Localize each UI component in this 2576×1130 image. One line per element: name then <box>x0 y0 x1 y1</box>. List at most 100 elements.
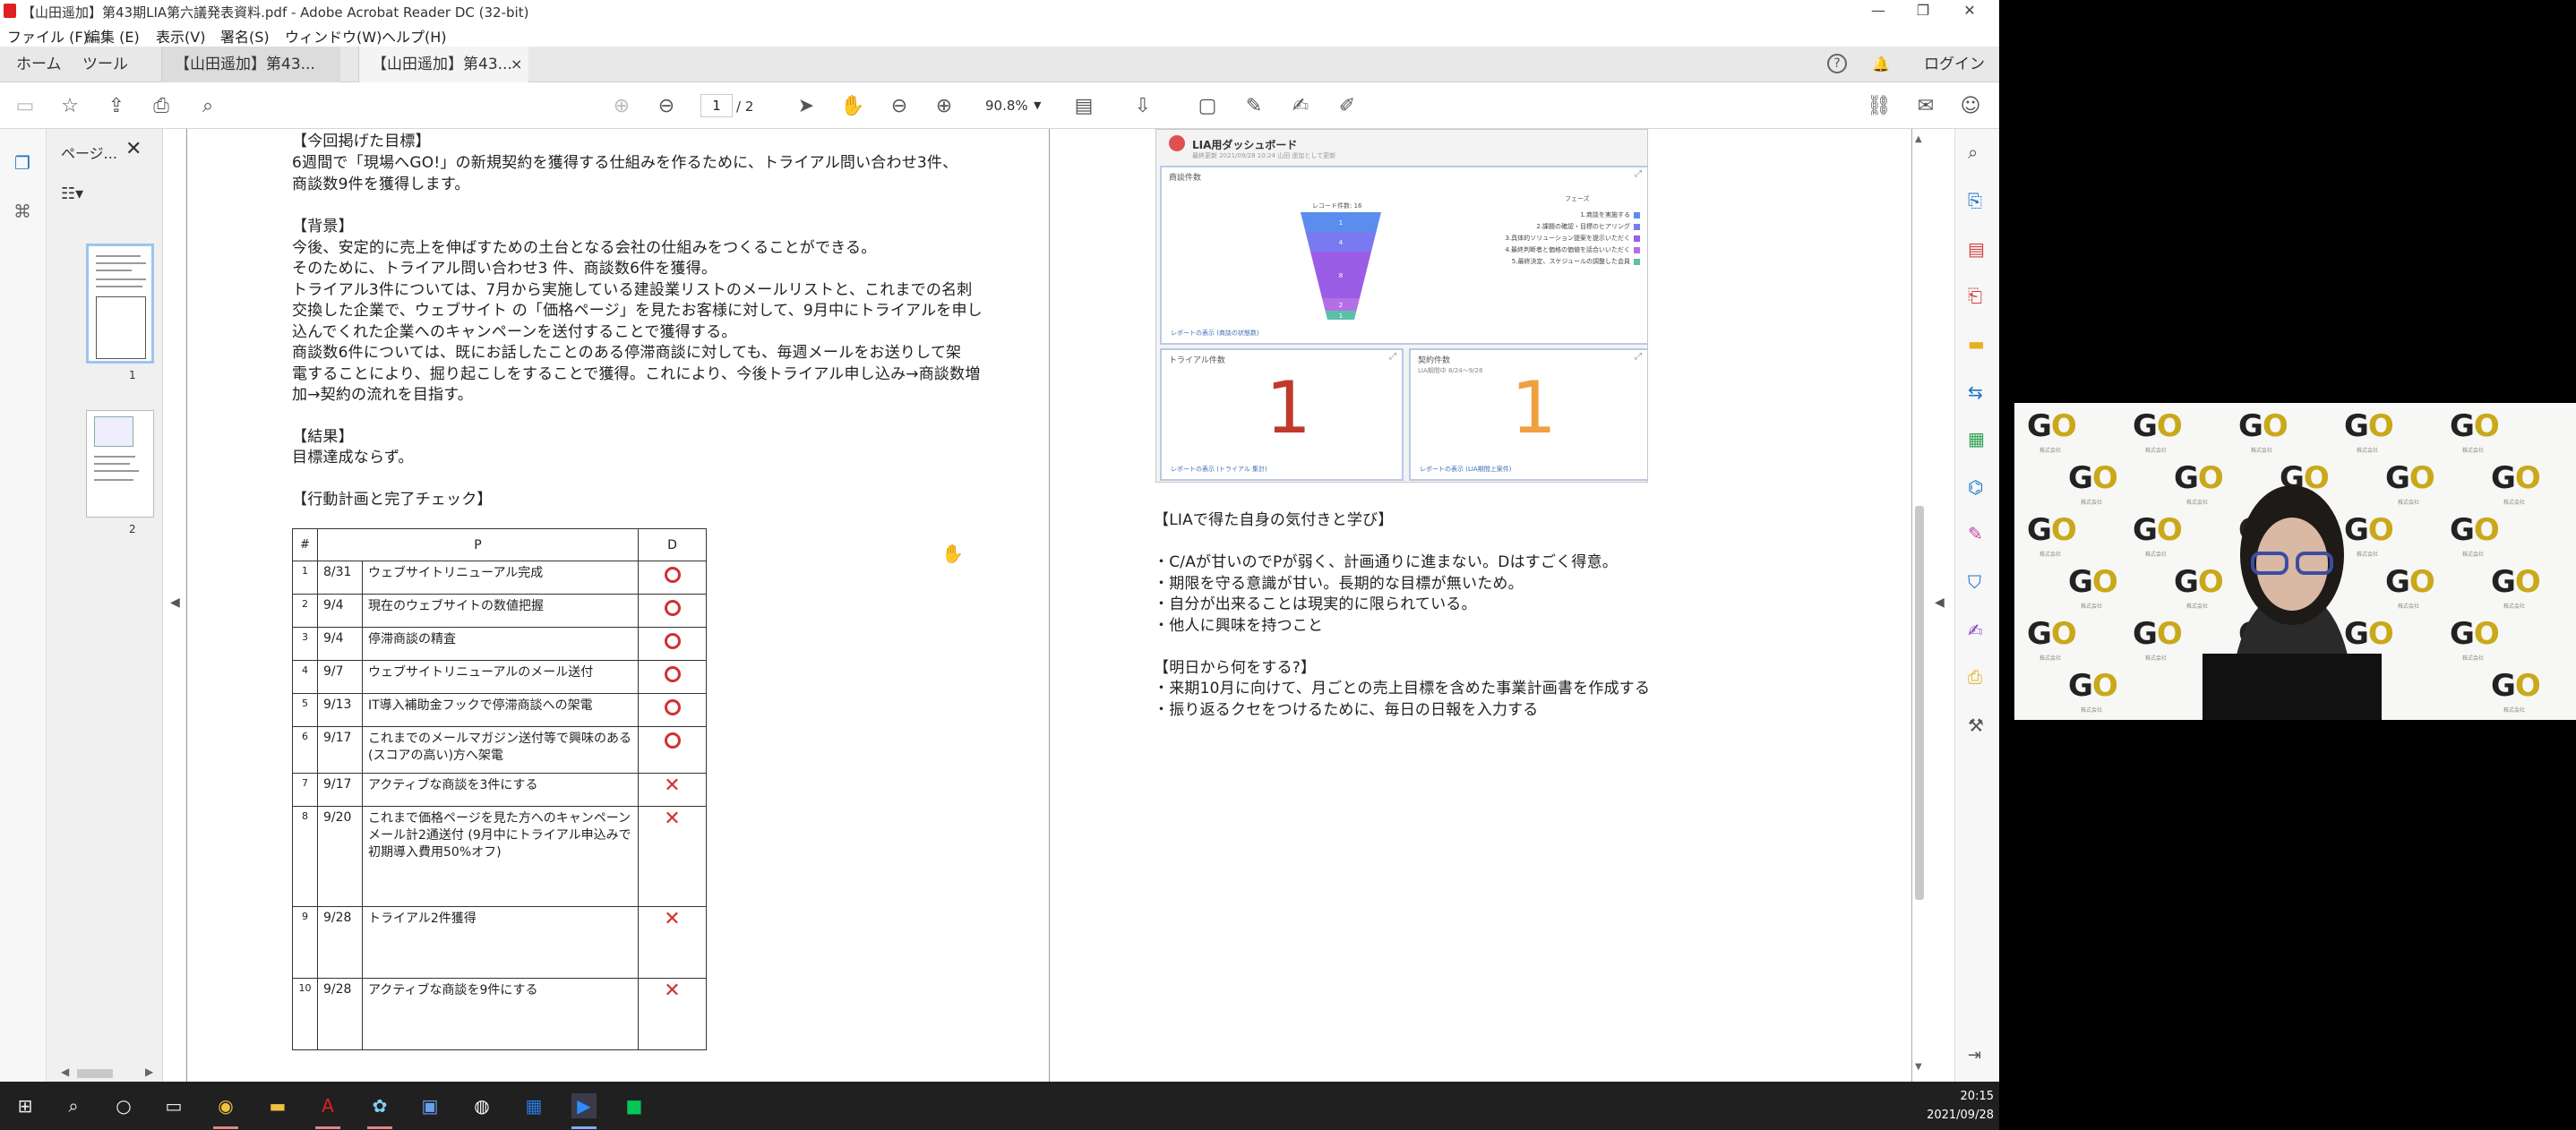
contract-report-link[interactable]: レポートの表示 (LIA期間上案件) <box>1420 465 1511 474</box>
menu-edit[interactable]: 編集 (E) <box>86 25 140 47</box>
trello-icon[interactable]: ▦ <box>521 1093 546 1118</box>
zoom-dropdown[interactable]: 90.8% ▼ <box>976 94 1044 117</box>
line-app-icon[interactable]: ■ <box>622 1093 647 1118</box>
mail-icon[interactable]: ✉ <box>1913 94 1938 119</box>
menu-view[interactable]: 表示(V) <box>156 25 205 47</box>
bookmark-star-icon[interactable]: ☆ <box>57 94 82 119</box>
scroll-mode-icon[interactable]: ⇩ <box>1130 94 1155 119</box>
save-icon[interactable]: ▭ <box>13 94 38 119</box>
collapse-left-panel-icon[interactable]: ◀ <box>170 595 180 610</box>
done-circle-icon <box>664 633 681 649</box>
minimize-button[interactable]: — <box>1858 0 1899 21</box>
chrome-icon[interactable]: ◉ <box>213 1093 238 1118</box>
hand-tool-icon[interactable]: ✋ <box>840 94 865 119</box>
stamp-icon[interactable]: ✐ <box>1335 94 1360 119</box>
upload-icon[interactable]: ⇪ <box>104 94 129 119</box>
search-icon[interactable]: ⌕ <box>195 94 220 119</box>
link-icon[interactable]: ⛓ <box>1867 94 1892 119</box>
prev-page-icon[interactable]: ⊕ <box>609 94 634 119</box>
thumbnail-table <box>96 296 146 359</box>
trial-report-link[interactable]: レポートの表示 (トライアル 集計) <box>1171 465 1267 474</box>
close-window-button[interactable]: ✕ <box>1949 0 1990 21</box>
send-file-icon[interactable]: ⎙ <box>1968 666 1982 688</box>
file-explorer-icon[interactable]: ▬ <box>265 1093 290 1118</box>
menu-help[interactable]: ヘルプ(H) <box>382 25 447 47</box>
go-logo: GO <box>2491 668 2541 704</box>
print-icon[interactable]: ⎙ <box>149 94 174 119</box>
page-thumbnails-icon[interactable]: ❐ <box>11 152 34 175</box>
go-logo: GO <box>2450 512 2500 548</box>
export-pdf-icon[interactable]: ⎘ <box>1968 190 1982 211</box>
tab-close-icon[interactable]: × <box>511 47 522 82</box>
tab-document-1[interactable]: 【山田遥加】第43... <box>161 47 340 82</box>
thumbnail-page-1[interactable] <box>86 244 154 364</box>
comment-icon[interactable]: ▢ <box>1195 94 1220 119</box>
page-number-input[interactable]: 1 <box>700 94 733 117</box>
row-task: 停滞商談の精査 <box>362 627 639 661</box>
menu-file[interactable]: ファイル (F) <box>7 25 89 47</box>
go-logo: GO <box>2450 408 2500 444</box>
panel-close-icon[interactable]: ✕ <box>125 138 142 160</box>
highlight-pen-icon[interactable]: ✎ <box>1241 94 1267 119</box>
protect-icon[interactable]: ⛉ <box>1968 571 1981 593</box>
background-line-8: 加→契約の流れを目指す。 <box>292 386 473 404</box>
zoom-in-icon[interactable]: ⊕ <box>932 94 957 119</box>
page-fit-icon[interactable]: ▤ <box>1071 94 1096 119</box>
system-clock[interactable]: 20:15 2021/09/28 <box>1927 1087 1994 1125</box>
row-task: ウェブサイトリニューアル完成 <box>362 561 639 595</box>
create-pdf-icon[interactable]: ▤ <box>1968 238 1985 260</box>
tab-document-2[interactable]: 【山田遥加】第43... <box>358 47 528 82</box>
collapse-right-panel-icon[interactable]: ◀ <box>1935 595 1945 610</box>
help-icon[interactable]: ? <box>1827 54 1847 73</box>
thumbnail-scrollbar[interactable]: ◀ ▶ <box>50 1066 163 1082</box>
edit-pdf-icon[interactable]: ⎗ <box>1968 285 1982 306</box>
go-logo-caption: 株式会社 <box>2081 604 2103 610</box>
login-button[interactable]: ログイン <box>1924 47 1985 82</box>
tab-home[interactable]: ホーム <box>16 47 62 82</box>
go-logo-caption: 株式会社 <box>2145 448 2168 454</box>
comment-tool-icon[interactable]: ▬ <box>1968 333 1985 355</box>
combine-files-icon[interactable]: ⇆ <box>1968 381 1983 403</box>
next-page-icon[interactable]: ⊖ <box>654 94 679 119</box>
acrobat-taskbar-icon[interactable]: A <box>315 1093 340 1118</box>
menu-window[interactable]: ウィンドウ(W) <box>285 25 382 47</box>
share-user-icon[interactable]: ☺ <box>1958 94 1983 119</box>
row-status <box>638 693 707 727</box>
attachment-icon[interactable]: ⌘ <box>11 201 34 224</box>
search-tool-icon[interactable]: ⌕ <box>1968 141 1978 163</box>
tab-tools[interactable]: ツール <box>82 47 128 82</box>
windows-start-icon[interactable]: ⊞ <box>13 1093 38 1118</box>
obs-icon[interactable]: ◍ <box>469 1093 494 1118</box>
funnel-report-link[interactable]: レポートの表示 (商談の状態数) <box>1171 329 1259 338</box>
organize-pages-icon[interactable]: ▦ <box>1968 428 1985 449</box>
fill-sign-icon[interactable]: ✎ <box>1968 523 1983 544</box>
table-header-row: # P D <box>292 528 707 561</box>
row-number: 5 <box>292 693 318 727</box>
select-pointer-icon[interactable]: ➤ <box>794 94 819 119</box>
result-heading: 【結果】 <box>292 428 354 446</box>
scan-ocr-icon[interactable]: ⌬ <box>1968 476 1983 498</box>
contract-card-subtitle: LIA期間中 8/24〜9/28 <box>1418 367 1483 374</box>
thumbnail-page-2[interactable] <box>86 410 154 518</box>
menu-sign[interactable]: 署名(S) <box>220 25 270 47</box>
row-task: アクティブな商談を3件にする <box>362 773 639 807</box>
notification-bell-icon[interactable]: 🔔 <box>1870 54 1892 75</box>
collapse-tools-icon[interactable]: ⇥ <box>1968 1046 1981 1065</box>
thumbnail-page-2-label: 2 <box>129 523 136 535</box>
sign-icon[interactable]: ✍ <box>1288 94 1313 119</box>
scroll-thumb[interactable] <box>1915 506 1924 900</box>
task-view-icon[interactable]: ▭ <box>161 1093 186 1118</box>
cortana-icon[interactable]: ○ <box>111 1093 136 1118</box>
panel-options-icon[interactable]: ☷▾ <box>61 184 83 203</box>
more-tools-icon[interactable]: ⚒ <box>1968 715 1984 736</box>
taskbar-search-icon[interactable]: ⌕ <box>61 1093 86 1118</box>
learn-heading: 【LIAで得た自身の気付きと学び】 <box>1154 511 1394 529</box>
request-signature-icon[interactable]: ✍ <box>1968 620 1983 641</box>
zoom-app-icon[interactable]: ▶ <box>571 1093 597 1118</box>
maximize-button[interactable]: ❐ <box>1902 0 1944 21</box>
vertical-scrollbar[interactable]: ▲ ▼ <box>1911 134 1928 1074</box>
zoom-out-icon[interactable]: ⊖ <box>887 94 912 119</box>
app-icon[interactable]: ✿ <box>367 1093 392 1118</box>
row-task: トライアル2件獲得 <box>362 906 639 979</box>
slack-multi-icon[interactable]: ▣ <box>417 1093 442 1118</box>
